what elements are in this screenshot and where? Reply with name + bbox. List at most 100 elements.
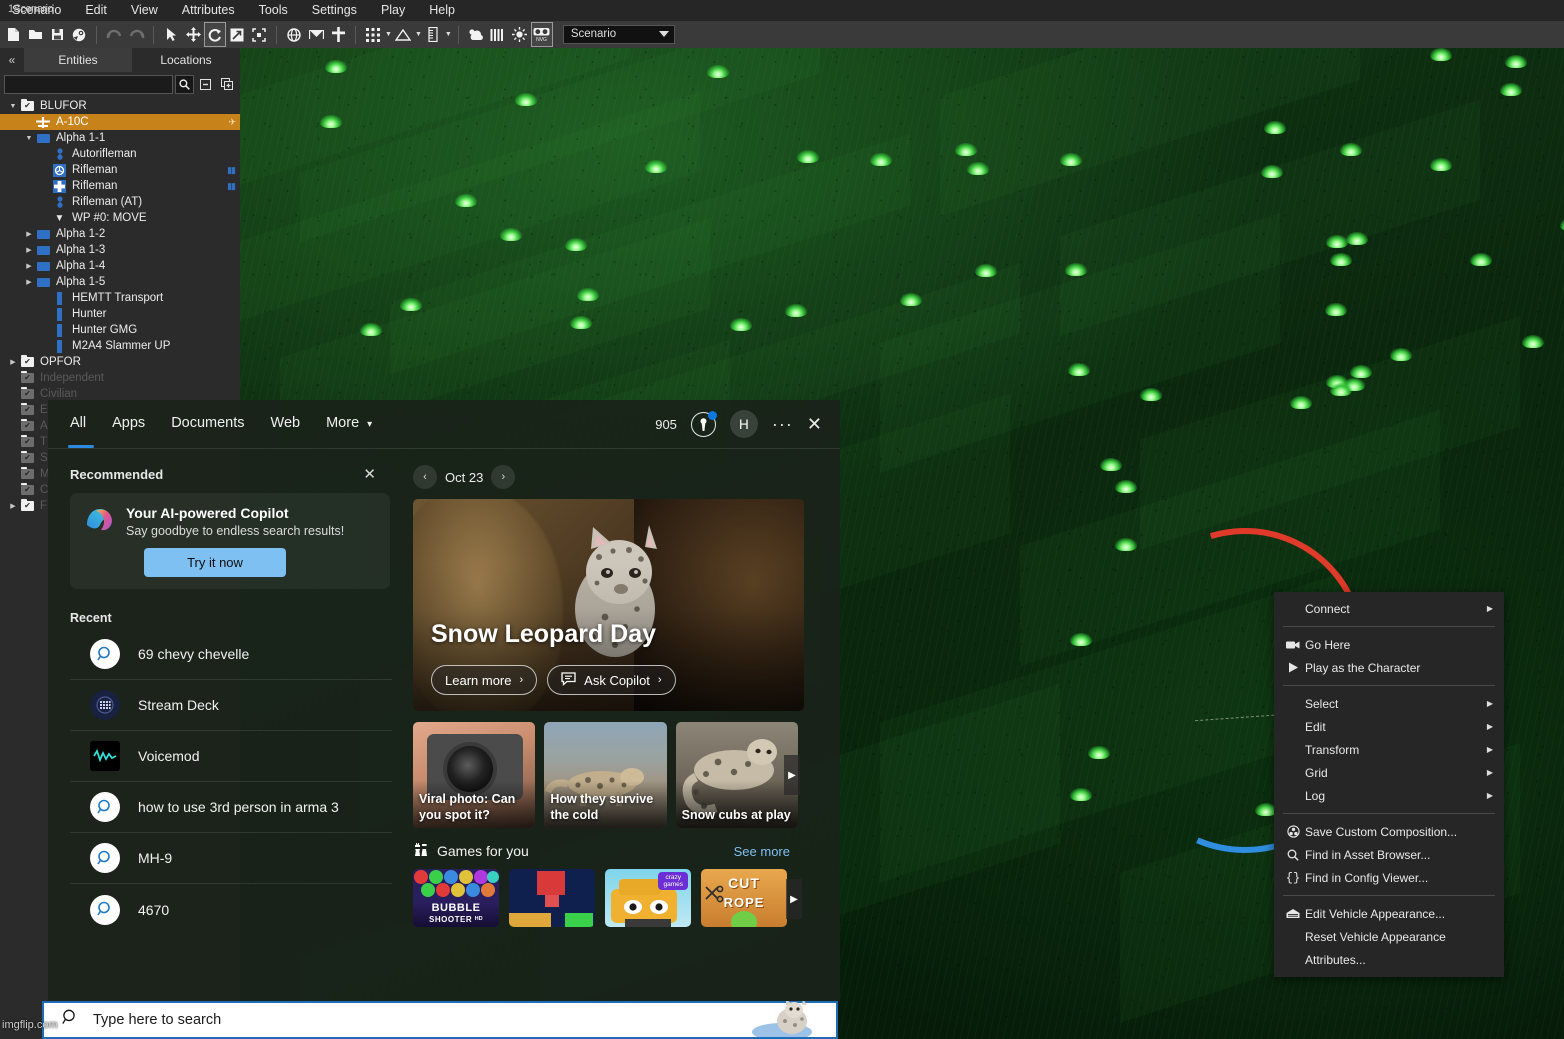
recent-list-item[interactable]: Stream Deck xyxy=(70,680,392,731)
learn-more-button[interactable]: Learn more › xyxy=(431,665,538,695)
menu-tools[interactable]: Tools xyxy=(247,0,300,21)
menu-play[interactable]: Play xyxy=(369,0,417,21)
context-menu-item[interactable]: Select ▶ xyxy=(1274,692,1504,715)
collapse-all-button[interactable] xyxy=(196,74,215,94)
tab-more[interactable]: More ▾ xyxy=(326,415,372,434)
scale-icon[interactable] xyxy=(227,23,247,46)
games-next-button[interactable]: ▶ xyxy=(786,879,802,919)
steam-icon[interactable] xyxy=(69,23,89,46)
search-panel-tabs[interactable]: All Apps Documents Web More ▾ 905 H ··· … xyxy=(48,400,840,448)
recent-list-item[interactable]: 4670 xyxy=(70,884,392,935)
terrain-icon[interactable] xyxy=(393,23,413,46)
menu-help[interactable]: Help xyxy=(417,0,467,21)
thumbnails-next-button[interactable]: ▶ xyxy=(784,755,800,795)
date-navigator[interactable]: ‹ Oct 23 › xyxy=(413,465,798,489)
hero-card[interactable]: Snow Leopard Day Learn more › Ask Copilo… xyxy=(413,499,804,711)
tree-row[interactable]: Hunter GMG xyxy=(0,322,240,338)
move-icon[interactable] xyxy=(183,23,203,46)
twisty-down-icon[interactable]: ▼ xyxy=(22,135,36,142)
tree-row[interactable]: ▶ Alpha 1-2 xyxy=(0,226,240,242)
terrain-dropdown-caret-icon[interactable]: ▼ xyxy=(415,31,422,38)
menu-edit[interactable]: Edit xyxy=(73,0,119,21)
open-folder-icon[interactable] xyxy=(25,23,45,46)
game-tile-tetris[interactable] xyxy=(509,869,595,927)
tree-row[interactable]: ▼ ✔ BLUFOR xyxy=(0,98,240,114)
context-menu-item[interactable]: Attributes... xyxy=(1274,948,1504,971)
game-tile-bubble-shooter[interactable]: BUBBLE SHOOTER ᴴᴰ xyxy=(413,869,499,927)
twisty-down-icon[interactable]: ▼ xyxy=(6,103,20,110)
twisty-right-icon[interactable]: ▶ xyxy=(22,230,36,238)
tree-row[interactable]: ▶ Alpha 1-4 xyxy=(0,258,240,274)
tree-row[interactable]: Rifleman ▮▮ xyxy=(0,162,240,178)
context-menu-item[interactable]: Log ▶ xyxy=(1274,784,1504,807)
redo-icon[interactable] xyxy=(126,23,146,46)
avatar[interactable]: H xyxy=(729,410,758,438)
more-options-button[interactable]: ··· xyxy=(772,415,793,433)
nvg-icon[interactable]: NVG xyxy=(530,22,553,47)
news-thumb-2[interactable]: How they survive the cold xyxy=(544,722,667,828)
weather-icon[interactable] xyxy=(466,23,486,46)
tree-row[interactable]: A-10C ✈ xyxy=(0,114,240,130)
ruler-icon[interactable] xyxy=(423,23,443,46)
ask-copilot-button[interactable]: Ask Copilot › xyxy=(547,665,676,695)
main-menu-bar[interactable]: 1Scenario Scenario Edit View Attributes … xyxy=(0,0,1564,21)
context-menu-item[interactable]: Find in Asset Browser... xyxy=(1274,843,1504,866)
context-menu-item[interactable]: Reset Vehicle Appearance xyxy=(1274,925,1504,948)
games-tiles[interactable]: BUBBLE SHOOTER ᴴᴰ crazy games CUT ROPE ▶ xyxy=(413,869,802,927)
context-menu-item[interactable]: Edit ▶ xyxy=(1274,715,1504,738)
taskbar-search-box[interactable]: Type here to search xyxy=(42,999,838,1039)
games-see-more-link[interactable]: See more xyxy=(734,844,798,859)
recent-list-item[interactable]: Voicemod xyxy=(70,731,392,782)
close-icon[interactable]: ✕ xyxy=(807,414,822,435)
copilot-promo-card[interactable]: Your AI-powered Copilot Say goodbye to e… xyxy=(70,493,390,589)
news-thumb-3[interactable]: Snow cubs at play xyxy=(675,722,798,828)
entity-search-row[interactable] xyxy=(0,72,240,94)
recent-list-item[interactable]: MH-9 xyxy=(70,833,392,884)
save-icon[interactable] xyxy=(47,23,67,46)
game-tile-crazy-games[interactable]: crazy games xyxy=(605,869,691,927)
tree-row[interactable]: ▼ Alpha 1-1 xyxy=(0,130,240,146)
twisty-right-icon[interactable]: ▶ xyxy=(6,502,20,510)
lighting-icon[interactable] xyxy=(510,23,530,46)
collapse-panel-button[interactable]: « xyxy=(0,48,24,72)
scenario-select[interactable]: Scenario xyxy=(562,25,675,44)
recent-list[interactable]: 69 chevy chevelle Stream Deck Voicemod how … xyxy=(70,629,398,935)
select-cursor-icon[interactable] xyxy=(161,23,181,46)
twisty-right-icon[interactable]: ▶ xyxy=(22,262,36,270)
context-menu-item[interactable]: Transform ▶ xyxy=(1274,738,1504,761)
tab-web[interactable]: Web xyxy=(271,415,301,434)
news-thumbnails[interactable]: Viral photo: Can you spot it? How they s… xyxy=(413,722,800,828)
tree-row[interactable]: M2A4 Slammer UP xyxy=(0,338,240,354)
tree-row[interactable]: ✔ Independent xyxy=(0,370,240,386)
grid-dropdown-caret-icon[interactable]: ▼ xyxy=(385,31,392,38)
panel-tabs[interactable]: « Entities Locations xyxy=(0,48,240,72)
tab-apps[interactable]: Apps xyxy=(112,415,145,434)
tab-documents[interactable]: Documents xyxy=(171,415,244,434)
search-button[interactable] xyxy=(175,74,194,94)
try-it-now-button[interactable]: Try it now xyxy=(144,548,286,577)
viewport-context-menu[interactable]: Connect ▶ Go Here Play as the Character Sele… xyxy=(1274,592,1504,977)
rotate-icon[interactable] xyxy=(204,22,226,47)
tree-row[interactable]: HEMTT Transport xyxy=(0,290,240,306)
context-menu-item[interactable]: Play as the Character xyxy=(1274,656,1504,679)
scenario-select-caret-icon[interactable] xyxy=(658,31,669,37)
envelope-icon[interactable] xyxy=(306,23,326,46)
context-menu-item[interactable]: Grid ▶ xyxy=(1274,761,1504,784)
entity-search-input[interactable] xyxy=(4,74,173,94)
tree-row[interactable]: Hunter xyxy=(0,306,240,322)
prev-day-button[interactable]: ‹ xyxy=(413,465,437,489)
context-menu-item[interactable]: Go Here xyxy=(1274,633,1504,656)
time-of-day-icon[interactable] xyxy=(488,23,508,46)
dismiss-recommended-button[interactable]: ✕ xyxy=(363,465,376,483)
undo-icon[interactable] xyxy=(104,23,124,46)
context-menu-item[interactable]: Connect ▶ xyxy=(1274,597,1504,620)
menu-attributes[interactable]: Attributes xyxy=(170,0,247,21)
menu-settings[interactable]: Settings xyxy=(300,0,369,21)
grid-icon[interactable] xyxy=(363,23,383,46)
tab-entities[interactable]: Entities xyxy=(24,48,132,72)
game-tile-cut-the-rope[interactable]: CUT ROPE xyxy=(701,869,787,927)
recent-list-item[interactable]: how to use 3rd person in arma 3 xyxy=(70,782,392,833)
recent-list-item[interactable]: 69 chevy chevelle xyxy=(70,629,392,680)
next-day-button[interactable]: › xyxy=(491,465,516,489)
news-thumb-1[interactable]: Viral photo: Can you spot it? xyxy=(413,722,536,828)
